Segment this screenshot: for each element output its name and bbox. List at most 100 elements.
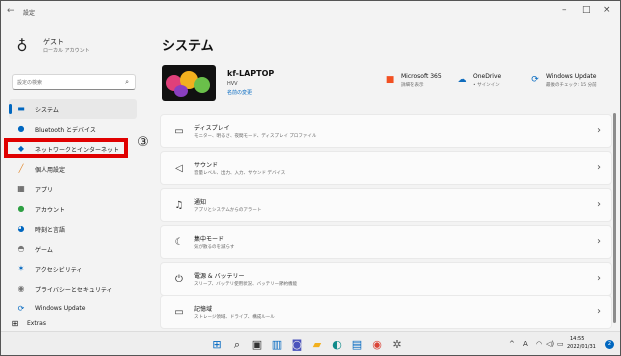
sidebar-item-label: システム [35,107,59,114]
rename-link[interactable]: 名前の変更 [227,89,252,96]
sidebar-item-time-language[interactable]: ◕ 時刻と言語 [9,219,137,239]
bell-icon: ♫ [174,200,184,211]
moon-icon: ☾ [174,237,184,248]
gamepad-icon: ◓ [17,244,25,253]
app-title: 設定 [23,10,36,17]
user-account-type: ローカル アカウント [43,48,90,54]
settings-icon[interactable]: ✲ [391,339,403,351]
wifi-icon[interactable]: ◠ [536,340,542,348]
search-input[interactable] [17,77,117,88]
search-icon[interactable]: ⌕ [231,339,243,351]
maximize-button[interactable]: □ [582,5,591,15]
sidebar-item-accounts[interactable]: ● アカウント [9,199,137,219]
highlight-box [4,138,128,158]
row-title: 電源 & バッテリー [194,273,245,280]
sidebar-item-label: アクセシビリティ [35,267,83,274]
row-subtitle: 気が散るのを減らす [194,245,235,250]
quick-title: OneDrive [473,73,502,80]
settings-row-sound[interactable]: ◁ サウンド 音量レベル、出力、入力、サウンド デバイス › [160,151,612,185]
search-icon[interactable]: ⌕ [125,78,129,87]
chevron-right-icon: › [597,306,601,317]
step-number: ③ [137,135,149,150]
clock-date[interactable]: 2022/01/31 [567,344,596,350]
task-view-icon[interactable]: ▣ [251,339,263,351]
ime-indicator[interactable]: A [523,340,528,348]
row-subtitle: スリープ、バッテリ使用状況、バッテリー節約機能 [194,282,298,287]
sidebar-item-personalization[interactable]: ╱ 個人用設定 [9,159,137,179]
close-button[interactable]: × [603,5,611,15]
chat-icon[interactable]: ◙ [291,339,303,351]
avatar-icon[interactable]: ♁ [11,35,33,57]
sidebar-item-label: Windows Update [35,305,86,312]
microsoft-icon: ■ [385,75,395,85]
settings-row-notifications[interactable]: ♫ 通知 アプリとシステムからのアラート › [160,188,612,222]
sidebar-item-extras[interactable]: ⊞ Extras [9,317,137,331]
settings-row-display[interactable]: ▭ ディスプレイ モニター、明るさ、夜間モード、ディスプレイ プロファイル › [160,114,612,148]
sidebar-item-label: プライバシーとセキュリティ [35,287,113,294]
sidebar-item-label: アプリ [35,187,54,194]
sidebar-item-label: Bluetooth とデバイス [35,127,96,134]
back-button[interactable]: ← [7,6,15,16]
shield-icon: ◉ [17,284,25,293]
explorer-icon[interactable]: ▰ [311,339,323,351]
row-title: 通知 [194,199,207,206]
search-box[interactable]: ⌕ [12,74,136,90]
update-icon: ⟳ [17,304,25,313]
sidebar-item-bluetooth[interactable]: ● Bluetooth とデバイス [9,119,137,139]
extras-icon: ⊞ [11,319,19,328]
row-title: ディスプレイ [194,125,230,132]
brush-icon: ╱ [18,164,24,173]
volume-icon[interactable]: ◁) [546,340,554,348]
scrollbar[interactable] [613,113,616,323]
sidebar-item-system[interactable]: ▬ システム [9,99,137,119]
store-icon[interactable]: ▤ [351,339,363,351]
sidebar-item-label: Extras [27,320,46,327]
apps-icon: ▦ [17,184,25,193]
settings-row-focus[interactable]: ☾ 集中モード 気が散るのを減らす › [160,225,612,259]
title-bar: ← 設定 – □ × [1,1,620,25]
settings-row-storage[interactable]: ▭ 記憶域 ストレージ領域、ドライブ、構成ルール › [160,295,612,329]
row-title: サウンド [194,162,219,169]
battery-icon[interactable]: ▭ [557,340,564,348]
quick-title: Windows Update [546,73,597,80]
speaker-icon: ◁ [175,163,183,174]
cloud-icon: ☁ [457,75,467,85]
chevron-right-icon: › [597,125,601,136]
sidebar-item-label: 時刻と言語 [35,227,66,234]
row-subtitle: モニター、明るさ、夜間モード、ディスプレイ プロファイル [194,134,317,139]
sidebar-item-privacy[interactable]: ◉ プライバシーとセキュリティ [9,279,137,299]
chevron-right-icon: › [597,236,601,247]
minimize-button[interactable]: – [562,5,567,15]
sidebar-item-accessibility[interactable]: ✶ アクセシビリティ [9,259,137,279]
notification-badge[interactable]: 2 [605,340,614,349]
sidebar-item-label: 個人用設定 [35,167,66,174]
globe-icon: ◕ [17,224,25,233]
edge-icon[interactable]: ◐ [331,339,343,351]
display-icon: ▭ [174,126,184,137]
start-icon[interactable]: ⊞ [211,339,223,351]
quick-sub: 詳細を表示 [401,83,424,88]
chrome-icon[interactable]: ◉ [371,339,383,351]
clock-time[interactable]: 14:55 [570,336,584,342]
quick-title: Microsoft 365 [401,73,442,80]
sidebar-item-windows-update[interactable]: ⟳ Windows Update [9,299,137,319]
row-title: 記憶域 [194,306,213,313]
settings-window: ← 設定 – □ × ♁ ゲスト ローカル アカウント ⌕ ▬ システム ● B… [0,0,621,356]
row-subtitle: 音量レベル、出力、入力、サウンド デバイス [194,171,286,176]
quick-sub: • サインイン [473,83,500,88]
update-icon: ⟳ [531,75,539,85]
tray-chevron-icon[interactable]: ^ [509,340,515,348]
storage-icon: ▭ [174,307,184,318]
row-subtitle: アプリとシステムからのアラート [194,208,262,213]
widgets-icon[interactable]: ▥ [271,339,283,351]
selected-indicator [9,104,12,114]
device-thumbnail [162,65,216,101]
device-model: HVV [227,81,238,87]
sidebar-item-gaming[interactable]: ◓ ゲーム [9,239,137,259]
sidebar-item-label: アカウント [35,207,66,214]
bluetooth-icon: ● [17,124,25,133]
settings-row-power[interactable]: ⏻ 電源 & バッテリー スリープ、バッテリ使用状況、バッテリー節約機能 › [160,262,612,296]
chevron-right-icon: › [597,199,601,210]
chevron-right-icon: › [597,162,601,173]
sidebar-item-apps[interactable]: ▦ アプリ [9,179,137,199]
